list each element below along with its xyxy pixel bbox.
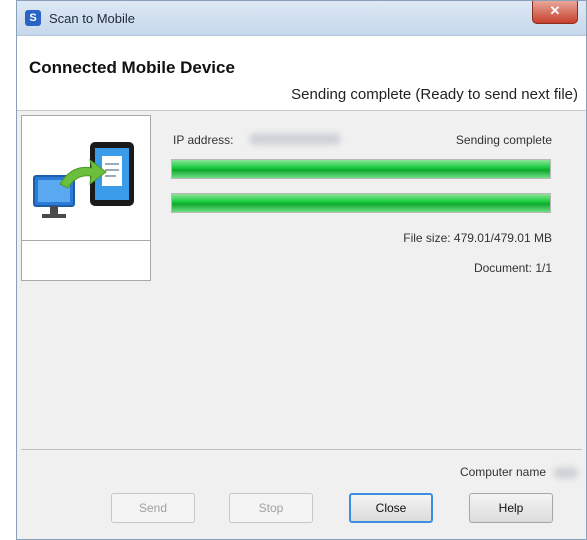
page-title: Connected Mobile Device xyxy=(29,58,235,77)
ip-address-value-redacted xyxy=(249,133,341,145)
device-panel-divider xyxy=(22,240,150,241)
device-name-redacted xyxy=(32,250,122,264)
close-button[interactable]: Close xyxy=(349,493,433,523)
file-size-text: File size: 479.01/479.01 MB xyxy=(403,231,552,245)
scan-to-mobile-window: S Scan to Mobile ✕ Connected Mobile Devi… xyxy=(16,0,587,540)
device-panel xyxy=(21,115,151,281)
help-button[interactable]: Help xyxy=(469,493,553,523)
send-button[interactable]: Send xyxy=(111,493,195,523)
transfer-status-area: IP address: Sending complete File size: … xyxy=(165,115,570,285)
overall-status-text: Sending complete (Ready to send next fil… xyxy=(291,86,578,103)
computer-name-label: Computer name xyxy=(459,465,546,479)
total-progress-fill xyxy=(172,194,550,212)
window-close-button[interactable]: ✕ xyxy=(532,1,578,24)
total-progress-bar xyxy=(171,193,551,213)
file-progress-fill xyxy=(172,160,550,178)
stop-button[interactable]: Stop xyxy=(229,493,313,523)
window-title: Scan to Mobile xyxy=(49,11,135,26)
app-icon: S xyxy=(25,10,41,26)
header: Connected Mobile Device Sending complete… xyxy=(17,36,586,111)
title-bar: S Scan to Mobile ✕ xyxy=(17,1,586,36)
sending-state-text: Sending complete xyxy=(455,133,552,147)
computer-to-tablet-icon xyxy=(33,142,134,218)
computer-name-redacted xyxy=(554,467,578,479)
document-count-text: Document: 1/1 xyxy=(473,261,552,275)
file-progress-bar xyxy=(171,159,551,179)
ip-address-label: IP address: xyxy=(173,133,234,147)
footer-divider xyxy=(21,449,582,450)
